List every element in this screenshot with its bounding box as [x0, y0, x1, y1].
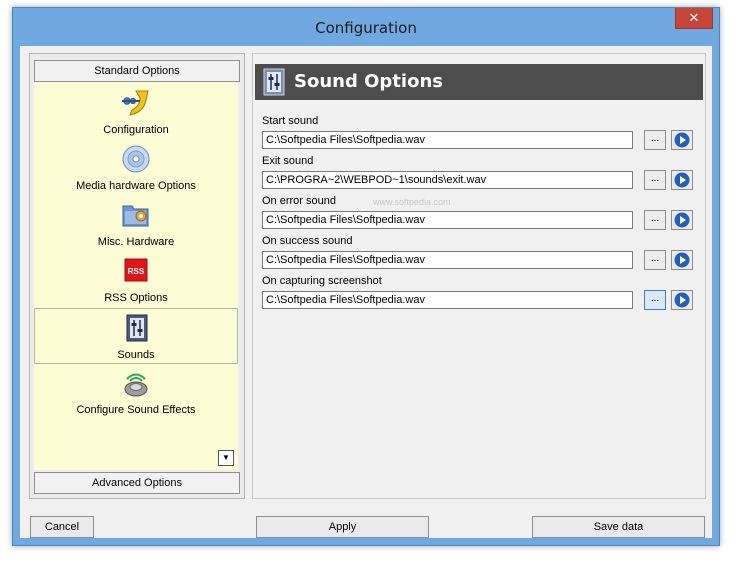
play-icon: [674, 172, 690, 188]
section-title: Sound Options: [294, 71, 443, 92]
section-header: Sound Options: [255, 64, 703, 100]
nav-item-label: Sounds: [117, 349, 155, 361]
nav-item-label: Configure Sound Effects: [76, 404, 196, 416]
screenshot-sound-label: On capturing screenshot: [262, 275, 382, 287]
nav-item-rss-options[interactable]: RSS RSS Options: [34, 252, 238, 308]
nav-item-configuration[interactable]: Configuration: [34, 84, 238, 140]
nav-item-media-hardware[interactable]: Media hardware Options: [34, 140, 238, 196]
error-sound-input[interactable]: [262, 211, 633, 229]
error-sound-browse-button[interactable]: ...: [644, 210, 666, 230]
play-icon: [674, 292, 690, 308]
exit-sound-play-button[interactable]: [671, 170, 693, 190]
success-sound-input[interactable]: [262, 251, 633, 269]
screenshot-sound-play-button[interactable]: [671, 290, 693, 310]
exit-sound-label: Exit sound: [262, 155, 314, 167]
save-data-button[interactable]: Save data: [532, 516, 705, 538]
options-navigator: Standard Options Configuration Media har…: [29, 53, 245, 499]
close-button[interactable]: ✕: [675, 8, 713, 29]
nav-item-misc-hardware[interactable]: Misc. Hardware: [34, 196, 238, 252]
play-icon: [674, 212, 690, 228]
start-sound-browse-button[interactable]: ...: [644, 130, 666, 150]
nav-item-label: Media hardware Options: [76, 180, 196, 192]
configuration-icon: [122, 90, 149, 116]
media-hardware-icon: [122, 145, 150, 173]
sound-effects-icon: [124, 373, 148, 397]
nav-item-label: Misc. Hardware: [97, 236, 175, 248]
start-sound-label: Start sound: [262, 115, 319, 127]
nav-item-sounds[interactable]: Sounds: [34, 308, 238, 364]
scroll-down-button[interactable]: ▼: [218, 450, 234, 466]
success-sound-play-button[interactable]: [671, 250, 693, 270]
sound-options-panel: Sound Options Start sound ... Exit sound…: [252, 53, 706, 499]
misc-hardware-icon: [122, 205, 149, 227]
error-sound-play-button[interactable]: [671, 210, 693, 230]
rss-icon: RSS: [124, 258, 148, 282]
configuration-window: Configuration ✕ Standard Options Configu…: [12, 7, 720, 546]
start-sound-input[interactable]: [262, 131, 633, 149]
advanced-options-header[interactable]: Advanced Options: [34, 472, 240, 494]
error-sound-label: On error sound: [262, 195, 336, 207]
apply-button[interactable]: Apply: [256, 516, 429, 538]
title-bar[interactable]: Configuration ✕: [13, 8, 719, 46]
play-icon: [674, 132, 690, 148]
cancel-button[interactable]: Cancel: [30, 516, 94, 538]
start-sound-play-button[interactable]: [671, 130, 693, 150]
nav-item-label: Configuration: [103, 124, 169, 136]
success-sound-browse-button[interactable]: ...: [644, 250, 666, 270]
watermark: www.softpedia.com: [373, 197, 451, 207]
client-area: Standard Options Configuration Media har…: [20, 46, 712, 538]
exit-sound-browse-button[interactable]: ...: [644, 170, 666, 190]
exit-sound-input[interactable]: [262, 171, 633, 189]
rss-icon-text: RSS: [128, 267, 145, 276]
nav-item-label: RSS Options: [104, 292, 168, 304]
options-list: Configuration Media hardware Options Mis…: [34, 82, 238, 470]
sounds-icon: [263, 68, 285, 96]
play-icon: [674, 252, 690, 268]
nav-item-configure-sound-effects[interactable]: Configure Sound Effects: [34, 364, 238, 420]
standard-options-header[interactable]: Standard Options: [34, 60, 240, 82]
screenshot-sound-browse-button[interactable]: ...: [644, 290, 666, 310]
success-sound-label: On success sound: [262, 235, 353, 247]
sounds-icon: [126, 314, 148, 342]
screenshot-sound-input[interactable]: [262, 291, 633, 309]
window-title: Configuration: [315, 19, 417, 37]
